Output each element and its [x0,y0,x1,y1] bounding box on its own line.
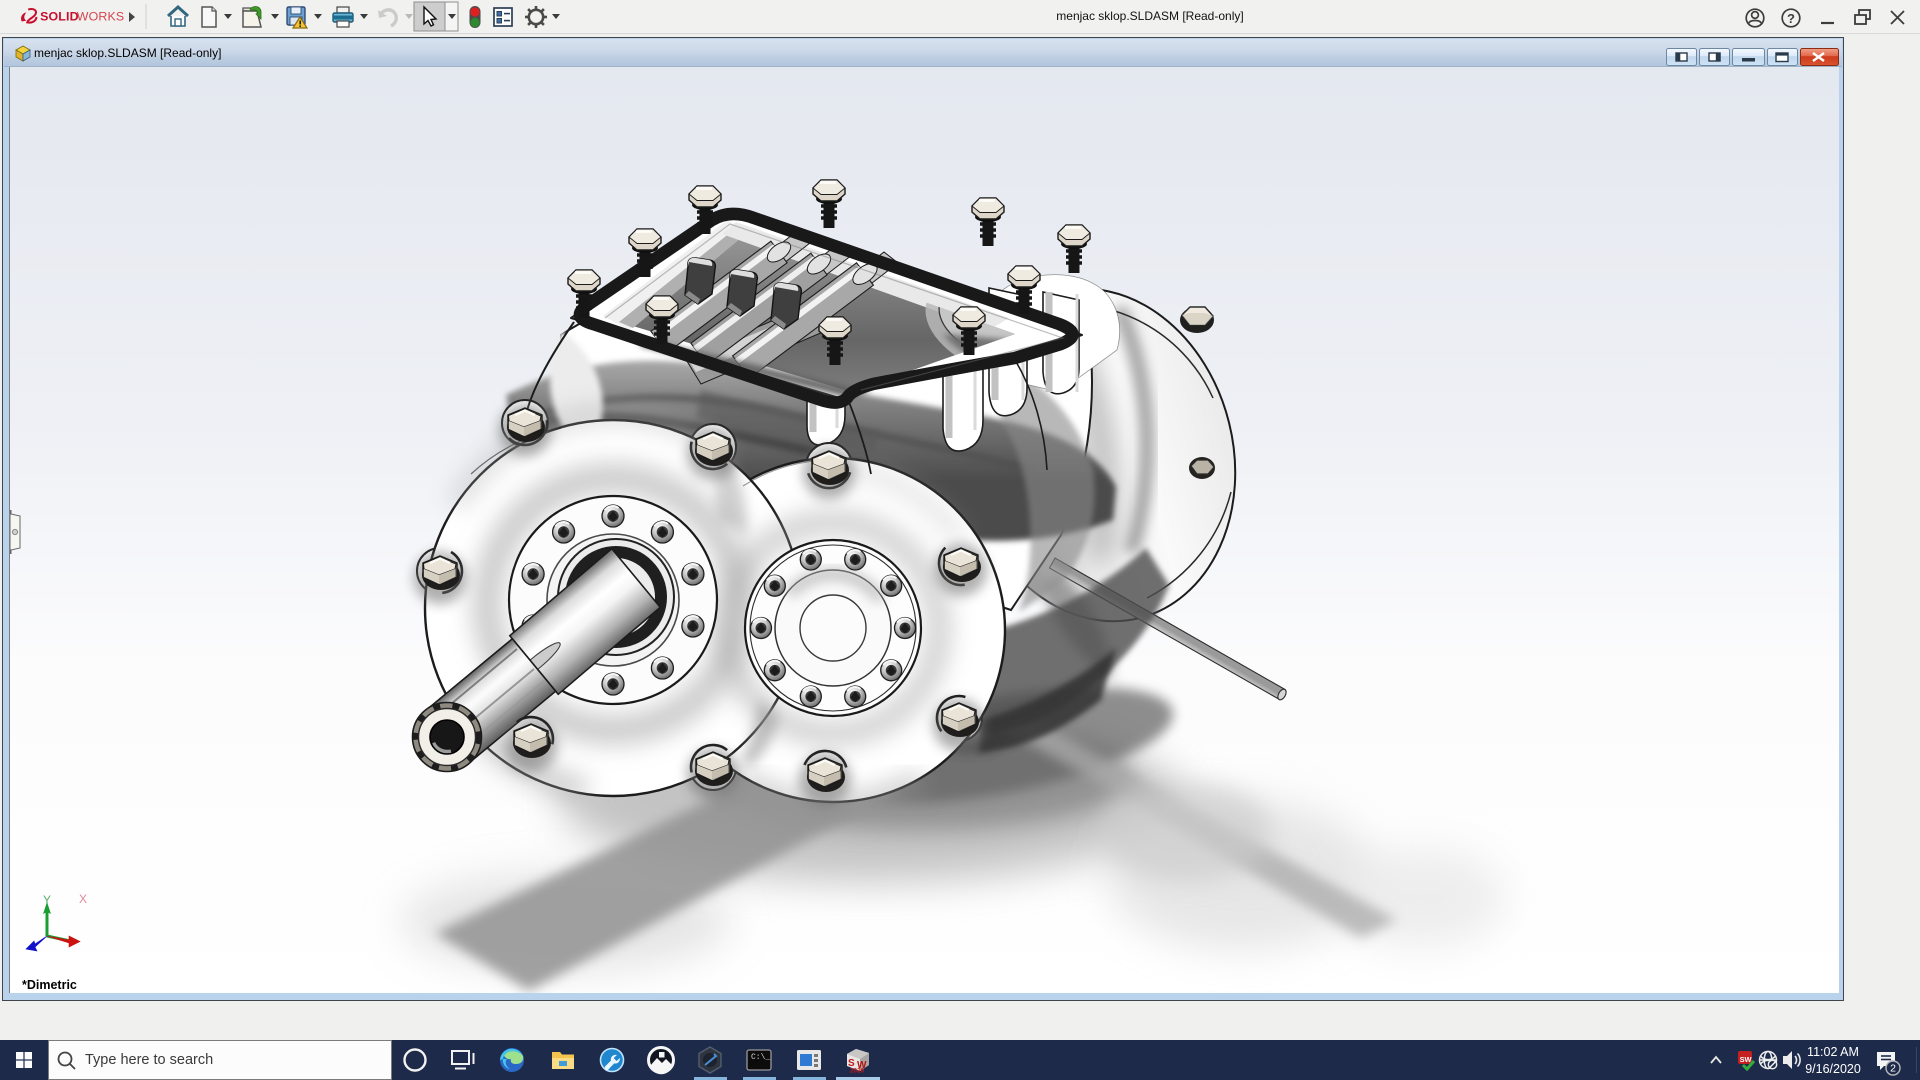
svg-text:SW: SW [1740,1055,1752,1064]
svg-text:9/16/2020: 9/16/2020 [1805,1062,1861,1076]
svg-text:X: X [79,892,87,906]
svg-text:11:02 AM: 11:02 AM [1807,1045,1859,1059]
svg-text:*Dimetric: *Dimetric [22,978,77,992]
svg-text:2020: 2020 [850,1068,865,1075]
svg-text:?: ? [1787,11,1795,26]
svg-text:2: 2 [1890,1063,1896,1075]
svg-text:C:\_: C:\_ [751,1053,770,1062]
